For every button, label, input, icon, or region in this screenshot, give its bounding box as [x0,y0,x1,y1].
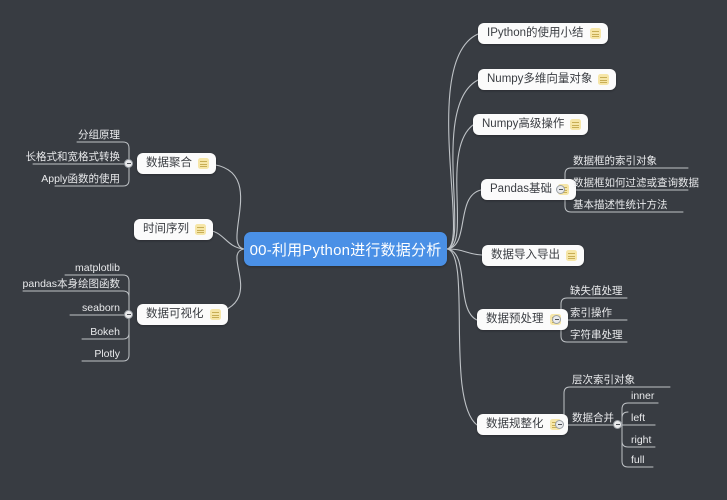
node-timeseries[interactable]: 时间序列 [134,219,213,240]
node-aggregation-label: 数据聚合 [146,157,192,169]
node-numpy-vector-label: Numpy多维向量对象 [487,73,593,85]
leaf-merge-child-0[interactable]: inner [631,390,654,403]
leaf-visualization-child-4[interactable]: Plotly [0,348,120,361]
note-icon [598,74,610,85]
leaf-visualization-child-2[interactable]: seaborn [0,302,120,315]
leaf-visualization-child-3[interactable]: Bokeh [0,326,120,339]
node-ipython[interactable]: IPython的使用小结 [478,23,608,44]
note-icon [566,250,577,261]
note-icon [198,158,209,169]
leaf-reshaping-child-1[interactable]: 数据合并 [572,412,614,425]
leaf-merge-child-2[interactable]: right [631,434,651,447]
note-icon [570,119,582,130]
leaf-reshaping-child-0[interactable]: 层次索引对象 [572,374,635,387]
leaf-preprocessing-child-2[interactable]: 字符串处理 [570,329,623,342]
node-data-io-label: 数据导入导出 [491,249,560,261]
leaf-pandas-child-2[interactable]: 基本描述性统计方法 [573,199,668,212]
leaf-merge-child-1[interactable]: left [631,412,645,425]
node-aggregation[interactable]: 数据聚合 [137,153,216,174]
leaf-pandas-child-0[interactable]: 数据框的索引对象 [573,155,657,168]
mindmap-canvas[interactable]: 00-利用Python进行数据分析 IPython的使用小结 Numpy多维向量… [0,0,727,500]
node-numpy-advanced[interactable]: Numpy高级操作 [473,114,589,135]
leaf-preprocessing-child-0[interactable]: 缺失值处理 [570,285,623,298]
central-node[interactable]: 00-利用Python进行数据分析 [244,232,447,266]
node-data-io[interactable]: 数据导入导出 [482,245,584,266]
note-icon [589,28,601,39]
leaf-aggregation-child-1[interactable]: 长格式和宽格式转换 [10,151,121,164]
node-visualization-label: 数据可视化 [146,308,204,320]
leaf-merge-child-3[interactable]: full [631,454,644,467]
leaf-preprocessing-child-1[interactable]: 索引操作 [570,307,612,320]
leaf-pandas-child-1[interactable]: 数据框如何过滤或查询数据 [573,177,699,190]
node-numpy-advanced-label: Numpy高级操作 [482,118,565,130]
collapse-toggle-pandas-basics[interactable] [556,185,565,194]
leaf-aggregation-child-2[interactable]: Apply函数的使用 [10,173,120,186]
node-numpy-vector[interactable]: Numpy多维向量对象 [478,69,617,90]
note-icon [209,309,221,320]
leaf-aggregation-child-0[interactable]: 分组原理 [10,129,120,142]
node-reshaping-label: 数据规整化 [486,418,544,430]
note-icon [195,224,206,235]
leaf-visualization-child-0[interactable]: matplotlib [0,262,120,275]
collapse-toggle-preprocessing[interactable] [552,315,561,324]
node-timeseries-label: 时间序列 [143,223,189,235]
leaf-visualization-child-1[interactable]: pandas本身绘图函数 [0,278,120,291]
collapse-toggle-visualization[interactable] [124,310,133,319]
node-preprocessing-label: 数据预处理 [486,313,544,325]
collapse-toggle-reshaping[interactable] [555,420,564,429]
node-pandas-basics-label: Pandas基础 [490,183,553,195]
collapse-toggle-merge[interactable] [613,420,622,429]
node-ipython-label: IPython的使用小结 [487,27,584,39]
node-reshaping[interactable]: 数据规整化 [477,414,568,435]
node-visualization[interactable]: 数据可视化 [137,304,228,325]
central-node-label: 00-利用Python进行数据分析 [249,241,442,259]
collapse-toggle-aggregation[interactable] [124,159,133,168]
